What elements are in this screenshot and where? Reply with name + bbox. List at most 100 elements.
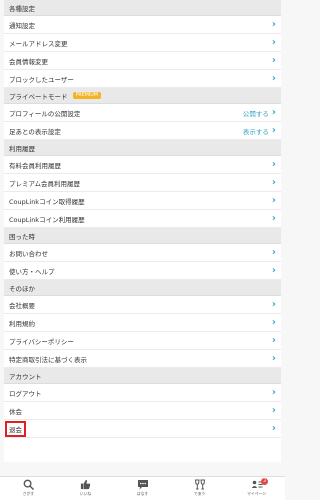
notification-badge: 3 [261, 478, 268, 485]
bottom-navigation: さがす いいね はなす であう マイページ 3 [0, 476, 285, 500]
chevron-right-icon: › [271, 194, 276, 206]
settings-row-label: 有料会員利用履歴 [9, 161, 61, 170]
row-right: › [272, 317, 276, 328]
settings-row-label: プロフィールの公開設定 [9, 109, 81, 118]
chevron-right-icon: › [271, 72, 276, 84]
section-header: プライベートモード PREMIUM [4, 88, 281, 104]
row-right: › [271, 334, 276, 346]
row-right: › [271, 36, 276, 48]
chevron-right-icon: › [271, 124, 276, 136]
settings-row-label: CoupLinkコイン利用履歴 [9, 215, 85, 224]
settings-row[interactable]: ブロックしたユーザー › [4, 70, 281, 88]
chevron-right-icon: › [271, 352, 276, 364]
settings-row-label: 利用規約 [9, 319, 35, 328]
row-right: › [271, 298, 276, 310]
chevron-right-icon: › [271, 298, 276, 310]
chevron-right-icon: › [271, 18, 276, 30]
row-right: › [272, 213, 276, 224]
settings-row-label: 会社概要 [9, 301, 35, 310]
settings-row-label: CoupLinkコイン取得履歴 [9, 197, 85, 206]
settings-row-label: お問い合わせ [9, 249, 48, 258]
settings-row-label: プライバシーポリシー [9, 337, 74, 346]
premium-badge: PREMIUM [72, 91, 101, 100]
settings-list: 各種設定 通知設定 › メールアドレス変更 › 会員情報変更 › ブロックしたユーザー › プライ… [4, 0, 281, 462]
nav-label: であう [193, 491, 206, 496]
chevron-right-icon: › [271, 386, 276, 398]
section-header: 困った時 [4, 228, 281, 244]
row-right: › [271, 194, 276, 206]
settings-row[interactable]: 会員情報変更 › [4, 52, 281, 70]
settings-row[interactable]: プロフィールの公開設定 公開する › [4, 104, 281, 122]
chevron-right-icon: › [271, 264, 276, 276]
chevron-right-icon: › [271, 334, 276, 346]
settings-row[interactable]: CoupLinkコイン取得履歴 › [4, 192, 281, 210]
row-right: 公開する › [242, 106, 276, 118]
row-right: › [271, 386, 276, 398]
row-right: › [271, 264, 276, 276]
settings-row-label: 足あとの表示設定 [9, 127, 61, 136]
settings-row[interactable]: 休会 › [4, 402, 281, 420]
section-title: そのほか [9, 284, 35, 293]
settings-row[interactable]: 有料会員利用履歴 › [4, 156, 281, 174]
chevron-right-icon: › [271, 158, 276, 170]
row-right: › [271, 176, 276, 188]
settings-row-label: メールアドレス変更 [9, 39, 68, 48]
search-icon [23, 479, 35, 490]
nav-label: マイページ [247, 491, 266, 496]
nav-item-like[interactable]: いいね [57, 477, 114, 500]
settings-row[interactable]: ログアウト › [4, 384, 281, 402]
thumbs-up-icon [80, 479, 92, 490]
glasses-icon [194, 479, 206, 490]
row-right: › [271, 158, 276, 170]
setting-value: 表示する [242, 127, 269, 136]
nav-item-meet[interactable]: であう [171, 477, 228, 500]
setting-value: 公開する [242, 109, 269, 118]
row-right: 表示する › [242, 124, 276, 136]
settings-row[interactable]: 利用規約 › [4, 314, 281, 332]
settings-row-label: 退会 [5, 420, 26, 437]
nav-label: さがす [22, 491, 35, 496]
section-title: 各種設定 [9, 4, 35, 13]
section-header: 各種設定 [4, 0, 281, 16]
chevron-right-icon: › [271, 422, 276, 434]
settings-row-label: ログアウト [9, 389, 42, 398]
nav-label: はなす [136, 491, 149, 496]
settings-row[interactable]: プライバシーポリシー › [4, 332, 281, 350]
section-header: アカウント [4, 368, 281, 384]
settings-row[interactable]: 使い方・ヘルプ › [4, 262, 281, 280]
chevron-right-icon: › [271, 106, 276, 118]
chevron-right-icon: › [271, 246, 276, 258]
row-right: › [271, 54, 276, 66]
section-header: そのほか [4, 280, 281, 296]
row-right: › [271, 246, 276, 258]
settings-row-label: 使い方・ヘルプ [9, 267, 55, 276]
chat-bubble-icon [137, 479, 149, 490]
chevron-right-icon: › [271, 404, 276, 416]
nav-item-search[interactable]: さがす [0, 477, 57, 500]
chevron-right-icon: › [271, 36, 276, 48]
nav-label: いいね [79, 491, 92, 496]
nav-item-mypage[interactable]: マイページ 3 [228, 477, 285, 500]
settings-row[interactable]: プレミアム会員利用履歴 › [4, 174, 281, 192]
settings-row-label: ブロックしたユーザー [9, 75, 74, 84]
chevron-right-icon: › [271, 54, 276, 66]
row-right: › [271, 404, 276, 416]
settings-row[interactable]: 通知設定 › [4, 16, 281, 34]
chevron-right-icon: › [271, 176, 276, 188]
settings-row[interactable]: CoupLinkコイン利用履歴 › [4, 210, 281, 228]
settings-row[interactable]: 特定商取引法に基づく表示 › [4, 350, 281, 368]
settings-row[interactable]: メールアドレス変更 › [4, 34, 281, 52]
settings-row[interactable]: 足あとの表示設定 表示する › [4, 122, 281, 140]
section-header: 利用履歴 [4, 140, 281, 156]
nav-item-chat[interactable]: はなす [114, 477, 171, 500]
settings-row[interactable]: お問い合わせ › [4, 244, 281, 262]
settings-row[interactable]: 退会 › [4, 420, 281, 438]
section-title: 困った時 [9, 232, 35, 241]
row-right: › [271, 352, 276, 364]
settings-row-label: 通知設定 [9, 21, 35, 30]
settings-row-label: 休会 [9, 407, 22, 416]
section-title: アカウント [9, 372, 42, 381]
row-right: › [271, 422, 276, 434]
settings-row[interactable]: 会社概要 › [4, 296, 281, 314]
section-title: 利用履歴 [9, 144, 35, 153]
